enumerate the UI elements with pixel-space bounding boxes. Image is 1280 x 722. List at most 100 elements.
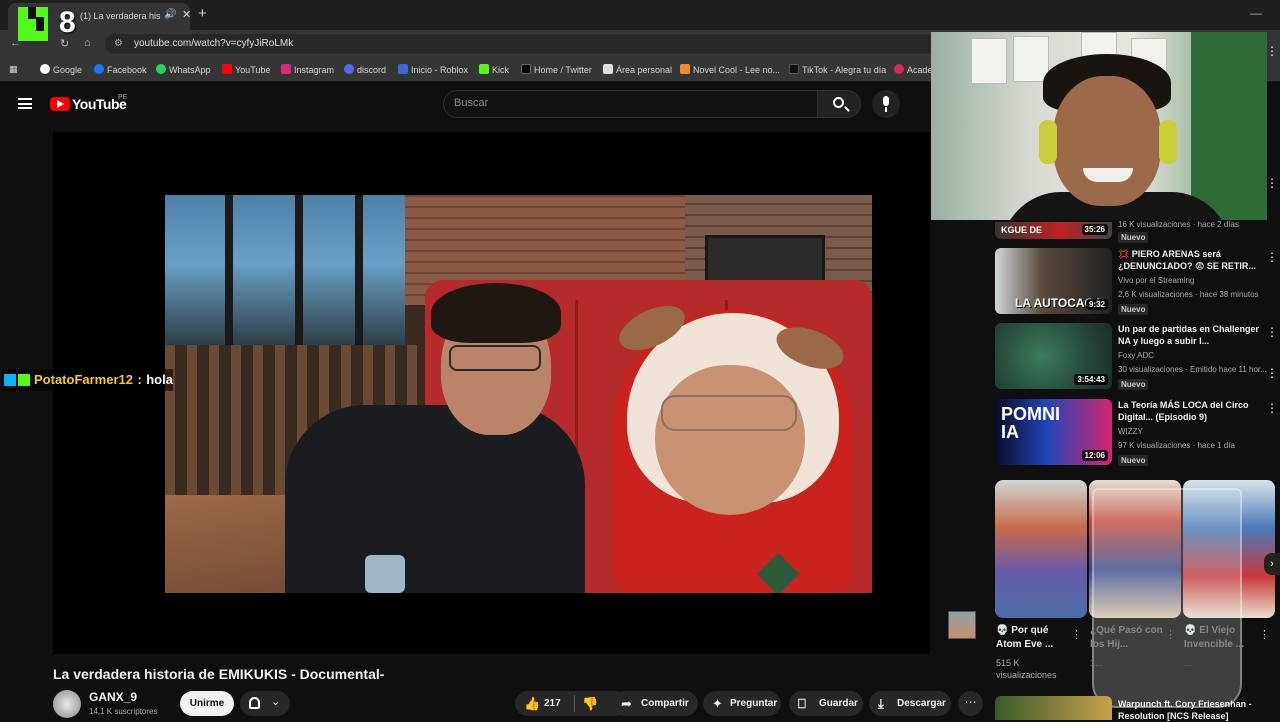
video-title[interactable]: La Teoría MÁS LOCA del Circo Digital... … xyxy=(1118,399,1263,423)
apps-grid-icon[interactable]: ▦ xyxy=(9,64,18,75)
chevron-down-icon: ⌄ xyxy=(271,696,281,708)
video-duration: 3:54:43 xyxy=(1074,374,1108,385)
notifications-button[interactable]: ⌄ xyxy=(240,691,290,716)
channel-name[interactable]: WIZZY xyxy=(1118,427,1143,436)
save-button[interactable]: ⎕ Guardar xyxy=(789,691,863,716)
recommended-video[interactable]: KGUE DE 35:26 16 K visualizaciones · hac… xyxy=(995,220,1275,243)
recommended-video[interactable]: LA AUTOCAGA 9:32 💢 PIERO ARENAS será ¿DE… xyxy=(995,248,1275,318)
more-options-icon[interactable]: ⋮ xyxy=(1071,628,1082,641)
tiktok-icon xyxy=(789,64,799,74)
search-input[interactable] xyxy=(443,90,818,118)
more-options-icon[interactable]: ⋮ xyxy=(1266,401,1278,415)
bookmark-area-personal[interactable]: Área personal xyxy=(603,64,672,75)
endscreen-channel-thumbnail[interactable] xyxy=(948,611,976,639)
video-title[interactable]: Warpunch ft. Cory Friesenhan - Resolutio… xyxy=(1118,698,1258,722)
menu-icon[interactable] xyxy=(18,98,32,109)
download-icon: ⤓ xyxy=(878,696,884,711)
bookmark-academia[interactable]: Acade xyxy=(894,64,933,75)
recommended-video[interactable]: 3:54:43 Un par de partidas en Challenger… xyxy=(995,323,1275,393)
more-options-icon[interactable]: ⋮ xyxy=(1165,628,1176,641)
bookmark-whatsapp[interactable]: WhatsApp xyxy=(156,64,211,75)
chat-username: PotatoFarmer12 xyxy=(34,372,133,387)
new-badge: Nuevo xyxy=(1118,455,1149,466)
more-options-icon[interactable]: ⋮ xyxy=(1266,176,1278,190)
kick-logo-icon xyxy=(18,7,48,41)
chat-separator: : xyxy=(137,372,142,387)
channel-name[interactable]: Vivo por el Streaming xyxy=(1118,276,1194,285)
video-views: 97 K visualizaciones · hace 1 día xyxy=(1118,441,1235,450)
short-views: ... xyxy=(1184,658,1192,668)
video-thumbnail[interactable]: LA AUTOCAGA 9:32 xyxy=(995,248,1112,314)
whatsapp-icon xyxy=(156,64,166,74)
moodle-icon xyxy=(603,64,613,74)
channel-avatar[interactable] xyxy=(53,690,81,718)
more-options-icon[interactable]: ⋮ xyxy=(1266,44,1278,58)
bookmark-tiktok[interactable]: TikTok - Alegra tu día xyxy=(789,64,886,75)
share-button[interactable]: ➦ Compartir xyxy=(612,691,698,716)
video-frame[interactable] xyxy=(165,195,872,593)
new-tab-icon[interactable]: + xyxy=(198,5,207,22)
short-title[interactable]: 💀 El Viejo Invencible ... xyxy=(1184,624,1262,652)
sparkle-icon: ✦ xyxy=(712,696,723,711)
video-scene-windows xyxy=(165,195,405,345)
bookmark-youtube[interactable]: YouTube xyxy=(222,64,270,75)
bookmark-discord[interactable]: discord xyxy=(344,64,386,75)
video-thumbnail[interactable]: 3:54:43 xyxy=(995,323,1112,389)
new-badge: Nuevo xyxy=(1118,379,1149,390)
video-title[interactable]: Un par de partidas en Challenger NA y lu… xyxy=(1118,323,1263,347)
video-thumbnail[interactable]: KGUE DE 35:26 xyxy=(995,222,1112,239)
search-button[interactable] xyxy=(817,90,861,118)
bookmark-roblox[interactable]: Inicio - Roblox xyxy=(398,64,468,75)
like-icon[interactable]: 👍 xyxy=(524,691,540,716)
video-thumbnail[interactable] xyxy=(995,696,1112,720)
kick-viewer-count: 8 xyxy=(59,6,76,39)
speaker-icon[interactable]: 🔊 xyxy=(164,9,176,20)
channel-name[interactable]: GANX_9 xyxy=(89,690,137,704)
chat-text: hola xyxy=(146,372,173,387)
instagram-icon xyxy=(281,64,291,74)
bookmark-twitter[interactable]: Home / Twitter xyxy=(521,64,592,75)
dislike-icon[interactable]: 👎 xyxy=(582,691,598,716)
more-options-icon[interactable]: ⋮ xyxy=(1266,250,1278,264)
video-person-man xyxy=(285,405,585,593)
kick-icon xyxy=(479,64,489,74)
close-tab-icon[interactable]: ✕ xyxy=(182,8,191,21)
short-title[interactable]: ¿Qué Pasó con los Hij... xyxy=(1090,624,1168,652)
voice-search-button[interactable] xyxy=(872,90,900,118)
recommended-video[interactable]: POMNI IA 12:06 La Teoría MÁS LOCA del Ci… xyxy=(995,399,1275,469)
google-icon xyxy=(40,64,50,74)
chevron-right-icon[interactable]: › xyxy=(1264,553,1280,575)
more-options-icon[interactable]: ⋮ xyxy=(1266,325,1278,339)
more-options-icon[interactable]: ⋮ xyxy=(1266,366,1278,380)
bookmark-facebook[interactable]: Facebook xyxy=(94,64,147,75)
novel-icon xyxy=(680,64,690,74)
youtube-logo-icon[interactable] xyxy=(50,97,70,111)
video-thumbnail[interactable]: POMNI IA 12:06 xyxy=(995,399,1112,465)
join-button[interactable]: Unirme xyxy=(180,691,234,716)
short-thumbnail[interactable] xyxy=(995,480,1087,618)
recommended-video[interactable]: Warpunch ft. Cory Friesenhan - Resolutio… xyxy=(995,696,1275,722)
like-count[interactable]: 217 xyxy=(544,691,561,716)
home-icon[interactable]: ⌂ xyxy=(84,37,91,49)
video-title[interactable]: 💢 PIERO ARENAS será ¿DENUNC1ADO? 😨 SE RE… xyxy=(1118,248,1263,272)
ask-button[interactable]: ✦ Preguntar xyxy=(703,691,781,716)
url-text[interactable]: youtube.com/watch?v=cyfyJiRoLMk xyxy=(134,38,293,49)
more-actions-icon[interactable]: ⋯ xyxy=(958,691,983,716)
streamer-face xyxy=(1053,76,1161,206)
more-options-icon[interactable]: ⋮ xyxy=(1259,628,1270,641)
channel-name[interactable]: Foxy ADC xyxy=(1118,351,1154,360)
download-button[interactable]: ⤓ Descargar xyxy=(869,691,951,716)
short-title[interactable]: 💀 Por qué Atom Eve ... xyxy=(996,624,1074,652)
video-title: La verdadera historia de EMIKUKIS - Docu… xyxy=(53,666,385,682)
video-duration: 12:06 xyxy=(1081,450,1108,461)
country-code: PE xyxy=(118,94,128,101)
site-info-icon[interactable]: ⚙ xyxy=(114,38,123,49)
bookmark-google[interactable]: Google xyxy=(40,64,82,75)
webcam-overlay xyxy=(931,32,1267,220)
minimize-icon[interactable]: — xyxy=(1250,6,1262,20)
bookmark-instagram[interactable]: Instagram xyxy=(281,64,334,75)
headset-icon xyxy=(1039,120,1057,164)
bookmark-novel-cool[interactable]: Novel Cool - Lee no... xyxy=(680,64,780,75)
new-badge: Nuevo xyxy=(1118,304,1149,315)
bookmark-kick[interactable]: Kick xyxy=(479,64,509,75)
